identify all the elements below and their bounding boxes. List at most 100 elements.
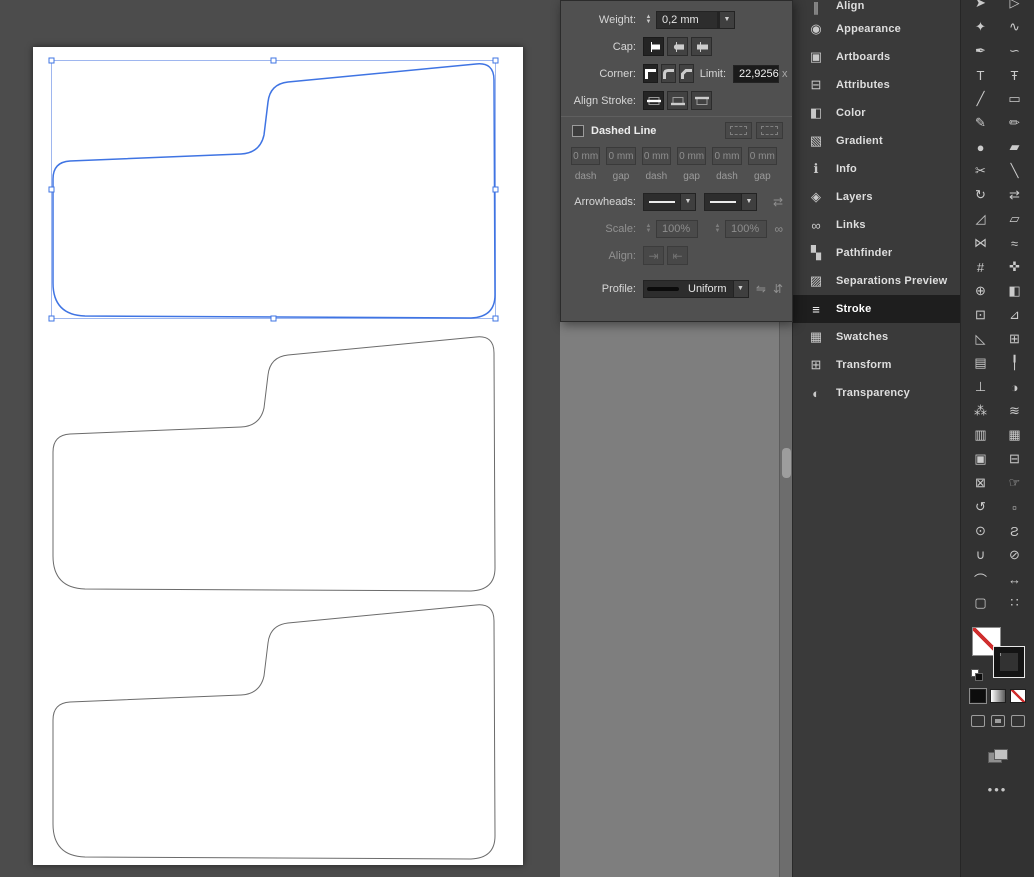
gap-input-3[interactable]: 0 mm xyxy=(748,147,777,165)
align-dashes-button[interactable] xyxy=(756,122,783,139)
direct-selection-tool[interactable]: ▷ xyxy=(998,0,1032,15)
cap-projecting-button[interactable] xyxy=(691,37,712,56)
warp-tool[interactable]: ≈ xyxy=(998,231,1032,255)
eraser-tool[interactable]: ▰ xyxy=(998,135,1032,159)
dock-item-transparency[interactable]: ◐ Transparency xyxy=(793,379,960,407)
zoom-tool[interactable]: ⊙ xyxy=(964,519,998,543)
blob-brush-tool[interactable]: ● xyxy=(964,135,998,159)
line-segment-tool[interactable]: ╱ xyxy=(964,87,998,111)
draw-normal-button[interactable] xyxy=(971,715,985,727)
dock-item-pathfinder[interactable]: ▚ Pathfinder xyxy=(793,239,960,267)
selection-tool[interactable]: ➤ xyxy=(964,0,998,15)
dock-item-attributes[interactable]: ⊟ Attributes xyxy=(793,71,960,99)
tag-shape-3[interactable] xyxy=(53,605,495,859)
knife-tool[interactable]: ╲ xyxy=(998,159,1032,183)
puppet-warp-tool[interactable]: ✜ xyxy=(998,255,1032,279)
curvature-tool[interactable]: ∽ xyxy=(998,39,1032,63)
path-eraser-tool[interactable]: ⊘ xyxy=(998,543,1032,567)
dock-item-artboards[interactable]: ▣ Artboards xyxy=(793,43,960,71)
perspective-grid-tool[interactable]: ⊿ xyxy=(998,303,1032,327)
width-tool[interactable]: ⋈ xyxy=(964,231,998,255)
gap-input-1[interactable]: 0 mm xyxy=(606,147,635,165)
hand-tool[interactable]: ☞ xyxy=(998,471,1032,495)
rotate-view-tool[interactable]: ↺ xyxy=(964,495,998,519)
eyedropper-tool[interactable]: ╿ xyxy=(998,351,1032,375)
align-stroke-inside-button[interactable] xyxy=(667,91,688,110)
profile-dropdown[interactable]: Uniform ▼ xyxy=(643,280,749,298)
chevron-down-icon[interactable]: ▼ xyxy=(680,194,695,210)
chevron-down-icon[interactable]: ▼ xyxy=(741,194,756,210)
weight-dropdown[interactable]: ▼ xyxy=(718,11,735,29)
limit-input[interactable]: 22,9256 xyxy=(733,65,779,83)
dashed-line-label[interactable]: Dashed Line xyxy=(591,125,656,137)
change-screen-mode-button[interactable] xyxy=(988,749,1008,764)
rectangle-tool[interactable]: ▭ xyxy=(998,87,1032,111)
gradient-button[interactable] xyxy=(990,689,1006,703)
scale-tool[interactable]: ◿ xyxy=(964,207,998,231)
color-button[interactable] xyxy=(970,689,986,703)
swap-arrowheads-icon[interactable]: ⇄ xyxy=(773,195,783,209)
artboard[interactable] xyxy=(33,47,523,865)
crop-image-tool[interactable]: ▢ xyxy=(964,591,998,615)
dock-item-align[interactable]: ∥ Align xyxy=(793,0,960,15)
touch-type-tool[interactable]: Ŧ xyxy=(998,63,1032,87)
scissors-tool[interactable]: ✂ xyxy=(964,159,998,183)
measure-tool[interactable]: ⊥ xyxy=(964,375,998,399)
live-paint-selection-tool[interactable]: ⊡ xyxy=(964,303,998,327)
scrollbar-thumb[interactable] xyxy=(782,448,791,478)
weight-input[interactable]: 0,2 mm xyxy=(656,11,718,29)
link-scales-icon[interactable]: ∞ xyxy=(774,222,783,236)
corner-round-button[interactable] xyxy=(661,64,676,83)
scale-start-stepper[interactable]: ▲▼ xyxy=(643,224,654,234)
slice-tool[interactable]: ⊟ xyxy=(998,447,1032,471)
dock-item-links[interactable]: ∞ Links xyxy=(793,211,960,239)
dock-item-color[interactable]: ◧ Color xyxy=(793,99,960,127)
reflect-tool[interactable]: ⇄ xyxy=(998,183,1032,207)
cap-butt-button[interactable] xyxy=(643,37,664,56)
dock-item-layers[interactable]: ◈ Layers xyxy=(793,183,960,211)
live-paint-bucket-tool[interactable]: ◧ xyxy=(998,279,1032,303)
print-tiling-tool[interactable]: ▫ xyxy=(998,495,1032,519)
flip-across-icon[interactable]: ⇵ xyxy=(773,282,783,296)
rotate-tool[interactable]: ↻ xyxy=(964,183,998,207)
flip-along-icon[interactable]: ⇋ xyxy=(756,282,766,296)
more-tools-tool[interactable]: ∷ xyxy=(998,591,1032,615)
paintbrush-tool[interactable]: ✎ xyxy=(964,111,998,135)
align-stroke-center-button[interactable] xyxy=(643,91,664,110)
column-graph-tool[interactable]: ▥ xyxy=(964,423,998,447)
gradient-tool[interactable]: ▤ xyxy=(964,351,998,375)
weight-stepper[interactable]: ▲▼ xyxy=(643,15,654,25)
type-tool[interactable]: T xyxy=(964,63,998,87)
dock-item-stroke[interactable]: ≡ Stroke xyxy=(793,295,960,323)
dock-item-info[interactable]: ℹ Info xyxy=(793,155,960,183)
symbol-sprayer-tool[interactable]: ⁂ xyxy=(964,399,998,423)
stacked-graph-tool[interactable]: ▦ xyxy=(998,423,1032,447)
smooth-tool[interactable]: ∪ xyxy=(964,543,998,567)
pen-tool[interactable]: ✒ xyxy=(964,39,998,63)
dock-item-transform[interactable]: ⊞ Transform xyxy=(793,351,960,379)
tag-shape-1-selected[interactable] xyxy=(49,58,498,321)
none-button[interactable] xyxy=(1010,689,1026,703)
edit-toolbar-button[interactable]: ••• xyxy=(988,782,1008,797)
shear-tool[interactable]: ▱ xyxy=(998,207,1032,231)
arrowhead-end-dropdown[interactable]: ▼ xyxy=(704,193,757,211)
draw-inside-button[interactable] xyxy=(1011,715,1025,727)
draw-behind-button[interactable] xyxy=(991,715,1005,727)
corner-miter-button[interactable] xyxy=(643,64,658,83)
perspective-selection-tool[interactable]: ◺ xyxy=(964,327,998,351)
artboard-tool[interactable]: ▣ xyxy=(964,447,998,471)
dock-item-gradient[interactable]: ▧ Gradient xyxy=(793,127,960,155)
dock-item-appearance[interactable]: ◉ Appearance xyxy=(793,15,960,43)
stroke-color-swatch[interactable] xyxy=(994,647,1024,677)
dash-input-2[interactable]: 0 mm xyxy=(642,147,671,165)
dock-item-swatches[interactable]: ▦ Swatches xyxy=(793,323,960,351)
arrowhead-start-dropdown[interactable]: ▼ xyxy=(643,193,696,211)
chevron-down-icon[interactable]: ▼ xyxy=(733,281,748,297)
dock-item-separations-preview[interactable]: ▨ Separations Preview xyxy=(793,267,960,295)
arrow-tip-at-end-button[interactable]: ⇤ xyxy=(667,246,688,265)
free-transform-tool[interactable]: # xyxy=(964,255,998,279)
dimension-tool[interactable]: ↔ xyxy=(998,567,1032,591)
shaper-tool[interactable]: Ƨ xyxy=(998,519,1032,543)
join-tool[interactable]: ⌒ xyxy=(964,567,998,591)
blend-tool[interactable]: ◑ xyxy=(998,375,1032,399)
